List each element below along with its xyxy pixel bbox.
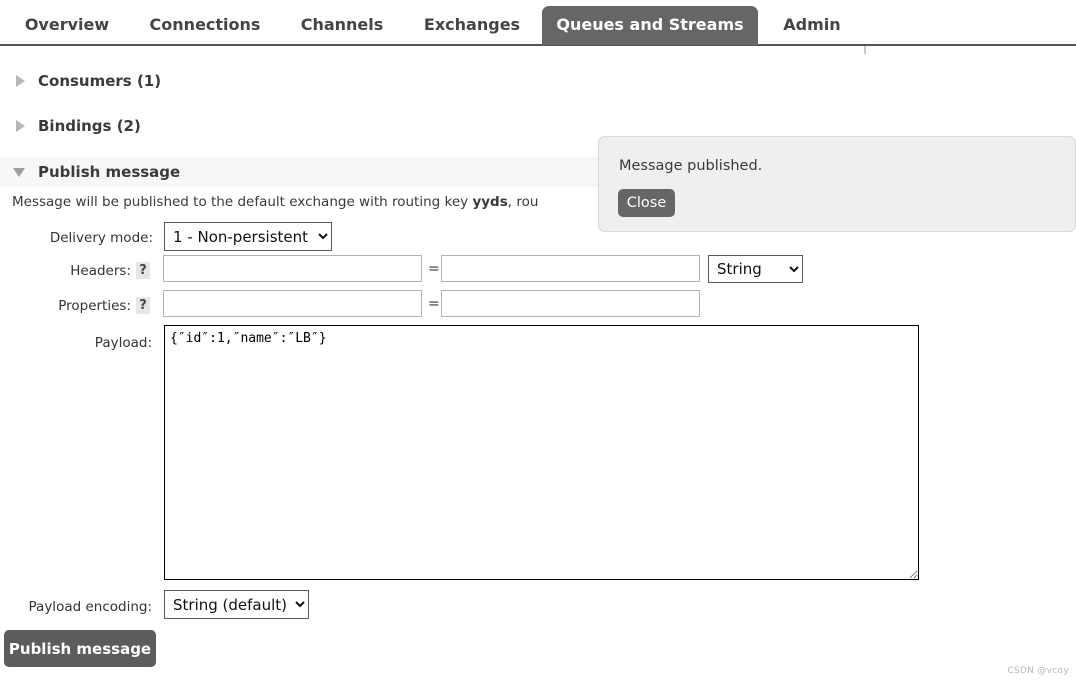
- headers-value-input[interactable]: [441, 255, 700, 282]
- popup-message: Message published.: [619, 158, 763, 174]
- section-consumers-label: Consumers (1): [38, 72, 162, 90]
- headers-type-select[interactable]: String: [708, 255, 803, 283]
- delivery-mode-select[interactable]: 1 - Non-persistent: [164, 222, 332, 251]
- properties-key-input[interactable]: [163, 290, 422, 317]
- properties-help-icon[interactable]: ?: [136, 297, 150, 314]
- watermark: CSDN @vcoy: [1007, 666, 1069, 676]
- publish-hint: Message will be published to the default…: [12, 194, 538, 210]
- tab-bar-divider-tick: [864, 46, 866, 54]
- chevron-down-icon: [13, 168, 25, 177]
- headers-help-icon[interactable]: ?: [136, 262, 150, 279]
- section-bindings-label: Bindings (2): [38, 117, 141, 135]
- headers-label: Headers:: [70, 263, 131, 279]
- tab-overview[interactable]: Overview: [12, 6, 122, 45]
- chevron-right-icon: [16, 120, 25, 132]
- chevron-right-icon: [16, 75, 25, 87]
- popup-close-button[interactable]: Close: [618, 189, 675, 217]
- publish-hint-suffix: , rou: [507, 194, 539, 210]
- main-tab-bar: Overview Connections Channels Exchanges …: [0, 0, 1076, 54]
- tab-admin[interactable]: Admin: [772, 6, 852, 45]
- section-publish-message-label: Publish message: [38, 163, 181, 181]
- publish-hint-prefix: Message will be published to the default…: [12, 194, 473, 210]
- tab-channels[interactable]: Channels: [288, 6, 396, 45]
- tab-exchanges[interactable]: Exchanges: [410, 6, 534, 45]
- message-published-popup: Message published. Close: [598, 136, 1076, 232]
- payload-textarea[interactable]: {″id″:1,″name″:″LB″}: [164, 325, 919, 580]
- properties-value-input[interactable]: [441, 290, 700, 317]
- publish-message-button[interactable]: Publish message: [4, 630, 156, 667]
- payload-label: Payload:: [94, 335, 152, 351]
- payload-encoding-select[interactable]: String (default): [164, 590, 309, 619]
- properties-label: Properties:: [58, 298, 131, 314]
- tab-bar-underline: [0, 44, 1076, 46]
- section-consumers[interactable]: Consumers (1): [0, 66, 1076, 96]
- payload-encoding-label: Payload encoding:: [28, 599, 152, 615]
- headers-key-input[interactable]: [163, 255, 422, 282]
- tab-queues-and-streams[interactable]: Queues and Streams: [542, 6, 758, 45]
- tab-connections[interactable]: Connections: [136, 6, 274, 45]
- publish-hint-routing-key: yyds: [472, 194, 508, 210]
- properties-equals-sign: =: [428, 296, 440, 312]
- headers-equals-sign: =: [428, 261, 440, 277]
- delivery-mode-label: Delivery mode:: [49, 230, 153, 246]
